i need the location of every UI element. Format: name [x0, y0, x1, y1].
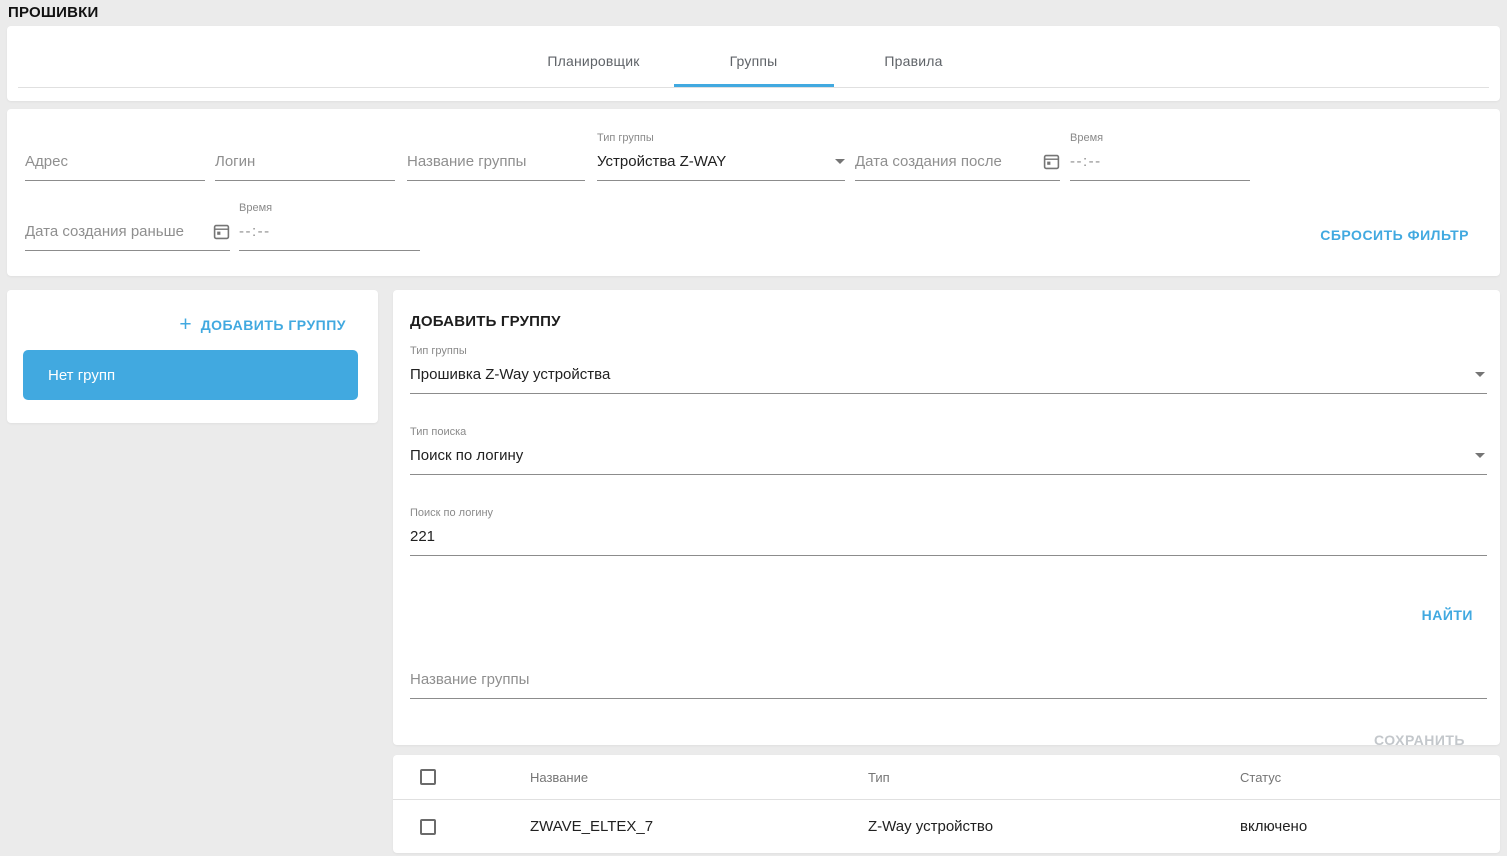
group-type-label: Тип группы	[597, 132, 845, 145]
form-login-search-field: Поиск по логину	[410, 507, 1487, 556]
time-before-label: Время	[239, 202, 420, 215]
form-search-type-field: Тип поиска Поиск по логину	[410, 426, 1487, 475]
row-name: ZWAVE_ELTEX_7	[530, 818, 868, 835]
filter-time-after-field: Время	[1070, 132, 1250, 181]
form-search-type-value: Поиск по логину	[410, 447, 523, 464]
form-group-type-label: Тип группы	[410, 345, 1487, 358]
form-search-type-select[interactable]: Поиск по логину	[410, 439, 1487, 475]
filter-group-type-field: Тип группы Устройства Z-WAY	[597, 132, 845, 181]
filter-card: Тип группы Устройства Z-WAY Время	[7, 109, 1500, 276]
filter-created-before-field	[25, 222, 230, 251]
chevron-down-icon	[835, 159, 845, 164]
form-group-type-select[interactable]: Прошивка Z-Way устройства	[410, 358, 1487, 394]
add-group-button[interactable]: + ДОБАВИТЬ ГРУППУ	[23, 317, 346, 333]
tab-bar: Планировщик Группы Правила	[7, 26, 1500, 87]
new-group-name-input[interactable]	[410, 671, 1487, 688]
group-type-value: Устройства Z-WAY	[597, 153, 726, 170]
right-column: ДОБАВИТЬ ГРУППУ Тип группы Прошивка Z-Wa…	[393, 290, 1500, 853]
address-input[interactable]	[25, 153, 205, 170]
tab-groups[interactable]: Группы	[674, 26, 834, 87]
filter-login-field	[215, 152, 395, 181]
header-name: Название	[530, 770, 868, 785]
form-search-type-label: Тип поиска	[410, 426, 1487, 439]
table-row[interactable]: ZWAVE_ELTEX_7 Z-Way устройство включено	[393, 800, 1500, 853]
created-after-input[interactable]	[855, 153, 1043, 170]
table-header-row: Название Тип Статус	[393, 755, 1500, 800]
form-name-field	[410, 663, 1487, 699]
save-row: СОХРАНИТЬ	[410, 731, 1487, 750]
add-group-label: ДОБАВИТЬ ГРУППУ	[201, 317, 346, 333]
filter-created-after-field	[855, 152, 1060, 181]
devices-table: Название Тип Статус ZWAVE_ELTEX_7 Z-Way …	[393, 755, 1500, 853]
plus-icon: +	[179, 317, 191, 333]
group-item-label: Нет групп	[48, 367, 115, 384]
header-checkbox-cell	[420, 769, 530, 785]
page-title: ПРОШИВКИ	[0, 0, 1507, 26]
find-row: НАЙТИ	[410, 606, 1487, 625]
page: ПРОШИВКИ Планировщик Группы Правила	[0, 0, 1507, 853]
select-all-checkbox[interactable]	[420, 769, 436, 785]
time-after-input[interactable]	[1070, 153, 1250, 170]
row-status: включено	[1240, 818, 1500, 835]
form-group-type-value: Прошивка Z-Way устройства	[410, 366, 610, 383]
calendar-icon[interactable]	[213, 223, 230, 240]
tab-rules[interactable]: Правила	[834, 26, 994, 87]
group-type-select[interactable]: Устройства Z-WAY	[597, 152, 845, 181]
group-name-input[interactable]	[407, 153, 585, 170]
filter-row-1: Тип группы Устройства Z-WAY Время	[25, 132, 1482, 181]
calendar-icon[interactable]	[1043, 153, 1060, 170]
login-input[interactable]	[215, 153, 395, 170]
form-title: ДОБАВИТЬ ГРУППУ	[410, 313, 1487, 330]
save-button[interactable]: СОХРАНИТЬ	[1368, 731, 1471, 749]
tab-scheduler[interactable]: Планировщик	[514, 26, 674, 87]
login-search-input[interactable]	[410, 528, 1487, 545]
chevron-down-icon	[1475, 372, 1485, 377]
time-before-input[interactable]	[239, 223, 420, 240]
find-button[interactable]: НАЙТИ	[1416, 606, 1479, 624]
form-login-search-label: Поиск по логину	[410, 507, 1487, 520]
time-after-label: Время	[1070, 132, 1250, 145]
filter-group-name-field	[407, 152, 585, 181]
content-row: + ДОБАВИТЬ ГРУППУ Нет групп ДОБАВИТЬ ГРУ…	[7, 290, 1500, 853]
tabs-card: Планировщик Группы Правила	[7, 26, 1500, 101]
filter-address-field	[25, 152, 205, 181]
filter-time-before-field: Время	[239, 202, 420, 251]
reset-filter-button[interactable]: СБРОСИТЬ ФИЛЬТР	[1320, 227, 1469, 251]
form-group-type-field: Тип группы Прошивка Z-Way устройства	[410, 345, 1487, 394]
group-list-item-empty[interactable]: Нет групп	[23, 350, 358, 400]
created-before-input[interactable]	[25, 223, 213, 240]
row-checkbox-cell	[420, 819, 530, 835]
chevron-down-icon	[1475, 453, 1485, 458]
row-type: Z-Way устройство	[868, 818, 1240, 835]
header-type: Тип	[868, 770, 1240, 785]
groups-panel: + ДОБАВИТЬ ГРУППУ Нет групп	[7, 290, 378, 423]
add-group-form: ДОБАВИТЬ ГРУППУ Тип группы Прошивка Z-Wa…	[393, 290, 1500, 745]
row-checkbox[interactable]	[420, 819, 436, 835]
filter-row-2: Время СБРОСИТЬ ФИЛЬТР	[25, 202, 1482, 251]
tabs-divider	[18, 87, 1489, 88]
header-status: Статус	[1240, 770, 1500, 785]
